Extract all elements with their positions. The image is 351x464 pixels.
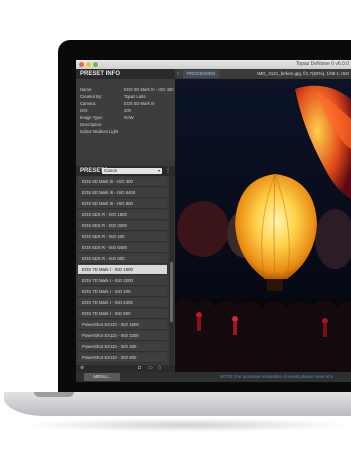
info-row: Image Type: RAW [80, 115, 134, 120]
close-window-button[interactable] [79, 62, 84, 67]
info-value: EOS 5D Mark III [124, 101, 155, 106]
add-icon[interactable]: ⊕ [80, 365, 84, 372]
info-key: Description: [80, 122, 103, 127]
info-row: Indoor Medium Light [80, 129, 118, 134]
info-row: Name: EOS 5D Mark III - ISO 400 [80, 87, 174, 92]
file-info: IMG_2121_before.jpg, f/1.7(82%), 1/98 s,… [257, 71, 349, 76]
preset-item[interactable]: EOS 7D Mark I - ISO 1600 [78, 265, 167, 275]
balloon-photo [175, 79, 351, 372]
preset-item[interactable]: EOS 7D Mark I - ISO 3200 [78, 276, 167, 286]
preset-info-panel: Name: EOS 5D Mark III - ISO 400 Created B… [76, 79, 175, 159]
info-value: EOS 5D Mark III - ISO 400 [124, 87, 174, 92]
folder-icon[interactable]: ▭ [148, 365, 153, 372]
preset-scrollbar[interactable] [169, 176, 174, 365]
laptop-notch [34, 392, 74, 397]
tab-processed[interactable]: PROCESSED [183, 70, 220, 78]
title-bar: Topaz DeNoise 6 v6.0.0 [76, 60, 351, 69]
menu-button[interactable]: MENU... [84, 373, 120, 381]
minimize-window-button[interactable] [86, 62, 91, 67]
preset-item[interactable]: EOS 7D Mark I - ISO 6400 [78, 298, 167, 308]
image-preview[interactable] [175, 79, 351, 372]
view-tab-bar: ‹ PROCESSED IMG_2121_before.jpg, f/1.7(8… [175, 69, 351, 79]
preset-item[interactable]: PowerShot SX110 - ISO 3200 [78, 331, 167, 341]
zoom-window-button[interactable] [93, 62, 98, 67]
preset-item[interactable]: EOS 5D Mark III - ISO 6400 [78, 188, 167, 198]
preset-tools: ⊕ ◘ ▭ ▯ [76, 365, 175, 372]
preset-item[interactable]: EOS 7D Mark I - ISO 800 [78, 309, 167, 319]
trash-icon[interactable]: ▯ [158, 365, 161, 372]
window-title: Topaz DeNoise 6 v6.0.0 [295, 61, 349, 67]
laptop-shadow [20, 418, 351, 432]
preset-item[interactable]: EOS 5DS R - ISO 400 [78, 232, 167, 242]
info-row: Camera: EOS 5D Mark III [80, 101, 154, 106]
presets-bar: PRESETS Canon ▾ ⋮ [76, 166, 175, 176]
info-row: ISO: 400 [80, 108, 131, 113]
info-value: Topaz Labs [124, 94, 146, 99]
preset-item[interactable]: PowerShot SX110 - ISO 400 [78, 342, 167, 352]
preset-info-header: PRESET INFO [76, 69, 175, 79]
camera-dropdown[interactable]: Canon ▾ [102, 168, 162, 174]
bottom-bar: MENU... NOTE: For accurate evaluation of… [76, 372, 351, 382]
camera-icon[interactable]: ◘ [138, 365, 141, 372]
info-key: Created By: [80, 94, 103, 99]
info-value: RAW [124, 115, 134, 120]
preset-list: EOS 5D Mark III - ISO 400 EOS 5D Mark III… [76, 176, 169, 365]
menu-icon[interactable]: ⋮ [165, 168, 171, 174]
info-key: Name: [80, 87, 93, 92]
preset-item[interactable]: EOS 5DS R - ISO 800 [78, 254, 167, 264]
preset-item[interactable]: EOS 5D Mark III - ISO 400 [78, 177, 167, 187]
app-window: Topaz DeNoise 6 v6.0.0 PRESET INFO Name:… [76, 60, 351, 382]
back-arrow-icon[interactable]: ‹ [177, 69, 179, 79]
left-panel: PRESET INFO Name: EOS 5D Mark III - ISO 4… [76, 69, 175, 372]
preset-item[interactable]: PowerShot SX110 - ISO 800 [78, 353, 167, 363]
preset-item[interactable]: PowerShot SX110 - ISO 1600 [78, 320, 167, 330]
info-row: Created By: Topaz Labs [80, 94, 145, 99]
preset-item[interactable]: EOS 5D Mark III - ISO 800 [78, 199, 167, 209]
info-description: Indoor Medium Light [80, 129, 119, 134]
preset-item[interactable]: EOS 5DS R - ISO 3200 [78, 221, 167, 231]
info-key: Image Type: [80, 115, 103, 120]
info-key: Camera: [80, 101, 97, 106]
info-key: ISO: [80, 108, 89, 113]
scrollbar-thumb[interactable] [170, 262, 173, 322]
note-text: NOTE: For accurate evaluation of result … [220, 374, 333, 379]
chevron-down-icon: ▾ [157, 168, 160, 173]
preset-item[interactable]: EOS 7D Mark I - ISO 400 [78, 287, 167, 297]
preset-item[interactable]: EOS 5DS R - ISO 1600 [78, 210, 167, 220]
info-value: 400 [124, 108, 131, 113]
preset-item[interactable]: EOS 5DS R - ISO 6400 [78, 243, 167, 253]
info-row: Description: [80, 122, 124, 127]
dropdown-value: Canon [104, 168, 118, 173]
